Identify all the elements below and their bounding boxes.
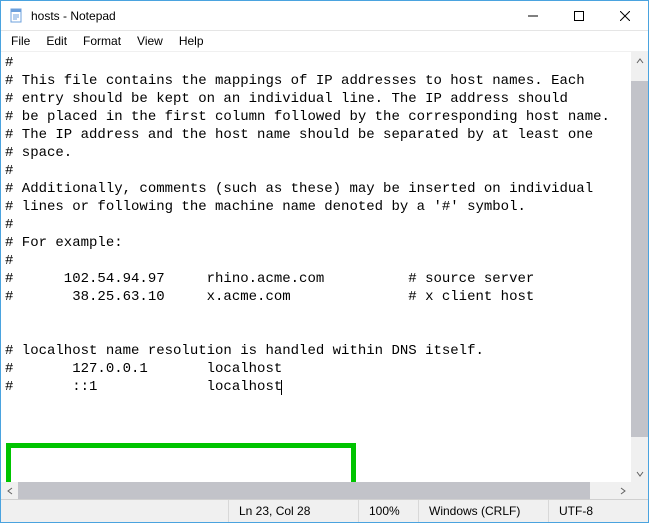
window-controls xyxy=(510,1,648,30)
scroll-right-icon[interactable] xyxy=(614,482,631,499)
vscroll-thumb[interactable] xyxy=(631,81,648,437)
scroll-up-icon[interactable] xyxy=(631,52,648,69)
hscroll-track[interactable] xyxy=(18,482,614,499)
notepad-icon xyxy=(9,8,25,24)
hscroll-thumb[interactable] xyxy=(18,482,590,499)
text-editor[interactable]: # # This file contains the mappings of I… xyxy=(1,52,631,482)
scroll-down-icon[interactable] xyxy=(631,465,648,482)
minimize-button[interactable] xyxy=(510,1,556,30)
statusbar: Ln 23, Col 28 100% Windows (CRLF) UTF-8 xyxy=(1,499,648,522)
vertical-scrollbar[interactable] xyxy=(631,52,648,482)
editor-area: # # This file contains the mappings of I… xyxy=(1,51,648,499)
close-button[interactable] xyxy=(602,1,648,30)
maximize-button[interactable] xyxy=(556,1,602,30)
menu-view[interactable]: View xyxy=(129,32,171,50)
status-encoding: UTF-8 xyxy=(548,500,648,522)
menu-format[interactable]: Format xyxy=(75,32,129,50)
scroll-corner xyxy=(631,482,648,499)
scroll-left-icon[interactable] xyxy=(1,482,18,499)
horizontal-scrollbar[interactable] xyxy=(1,482,631,499)
menu-edit[interactable]: Edit xyxy=(38,32,75,50)
menu-file[interactable]: File xyxy=(3,32,38,50)
window-title: hosts - Notepad xyxy=(31,9,510,23)
titlebar: hosts - Notepad xyxy=(1,1,648,31)
status-position: Ln 23, Col 28 xyxy=(228,500,358,522)
vscroll-track[interactable] xyxy=(631,69,648,465)
status-zoom: 100% xyxy=(358,500,418,522)
status-line-ending: Windows (CRLF) xyxy=(418,500,548,522)
menubar: File Edit Format View Help xyxy=(1,31,648,51)
menu-help[interactable]: Help xyxy=(171,32,212,50)
